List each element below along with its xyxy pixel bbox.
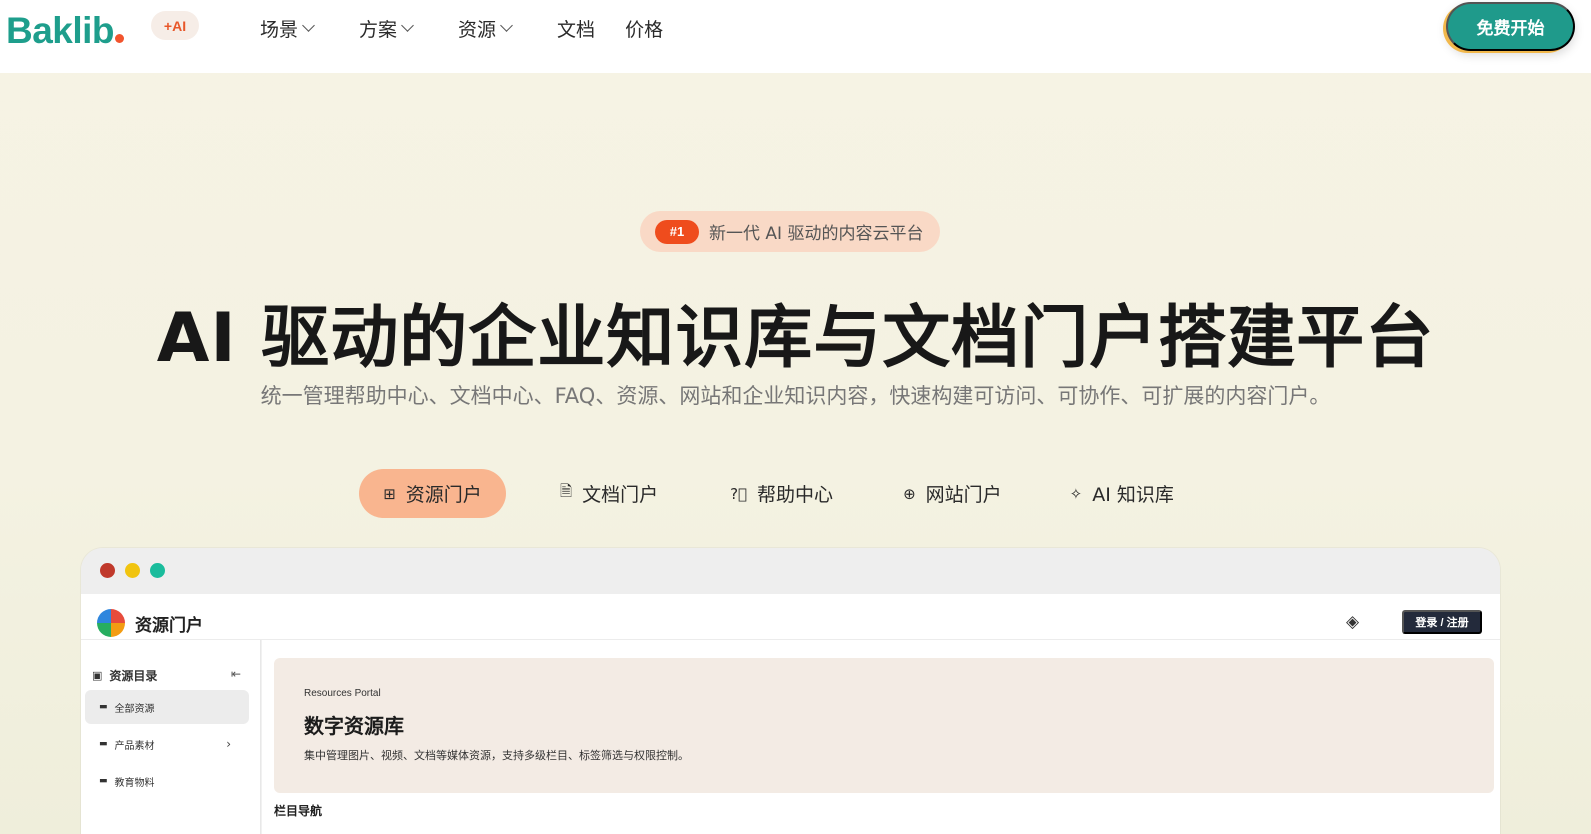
hero-badge: #1 新一代 AI 驱动的内容云平台 bbox=[640, 211, 940, 252]
sidebar-heading-label: 资源目录 bbox=[109, 669, 158, 683]
tab-help-center[interactable]: ?⃝ 帮助中心 bbox=[710, 469, 853, 518]
logo-text: Baklib bbox=[6, 10, 115, 51]
ai-badge: +AI bbox=[151, 11, 199, 40]
tab-label: AI 知识库 bbox=[1092, 484, 1174, 506]
window-minimize-dot bbox=[125, 563, 140, 578]
section-nav-label: 栏目导航 bbox=[274, 804, 323, 818]
tab-label: 资源门户 bbox=[405, 484, 482, 506]
tab-label: 网站门户 bbox=[925, 484, 1002, 506]
nav-item-resources[interactable]: 资源 bbox=[458, 15, 513, 42]
tab-resource-portal[interactable]: ⊞ 资源门户 bbox=[359, 469, 506, 518]
banner-title: 数字资源库 bbox=[304, 714, 404, 738]
sidebar-item-education-materials[interactable]: ▬ 教育物料 bbox=[85, 764, 249, 798]
sidebar-item-label: 产品素材 bbox=[114, 740, 155, 752]
plus-square-icon: ⊞ bbox=[383, 484, 396, 503]
nav-item-pricing[interactable]: 价格 bbox=[625, 15, 663, 42]
preview-main-content: Resources Portal 数字资源库 集中管理图片、视频、文档等媒体资源… bbox=[262, 640, 1500, 834]
tab-label: 文档门户 bbox=[582, 484, 659, 506]
tab-label: 帮助中心 bbox=[757, 484, 834, 506]
banner-description: 集中管理图片、视频、文档等媒体资源，支持多级栏目、标签筛选与权限控制。 bbox=[304, 749, 689, 762]
hero-badge-text: 新一代 AI 驱动的内容云平台 bbox=[709, 224, 924, 244]
sidebar-item-label: 全部资源 bbox=[114, 703, 155, 715]
nav-item-docs[interactable]: 文档 bbox=[557, 15, 595, 42]
layers-icon[interactable]: ◈ bbox=[1346, 612, 1359, 632]
rank-badge: #1 bbox=[655, 219, 699, 244]
hero-subtitle: 统一管理帮助中心、文档中心、FAQ、资源、网站和企业知识内容，快速构建可访问、可… bbox=[260, 384, 1331, 408]
login-register-button[interactable]: 登录 / 注册 bbox=[1402, 610, 1482, 634]
window-close-dot bbox=[100, 563, 115, 578]
chevron-down-icon bbox=[302, 19, 315, 32]
baklib-logo[interactable]: Baklib bbox=[6, 10, 125, 52]
top-navigation-bar: Baklib +AI 场景 方案 资源 文档 价格 免费开始 bbox=[0, 0, 1591, 73]
portal-preview-window: 资源门户 ◈ 登录 / 注册 ▣ 资源目录 ⇤ ▬ 全部资源 ▬ 产品素材 › … bbox=[81, 548, 1500, 834]
tab-ai-knowledge-base[interactable]: ✧ AI 知识库 bbox=[1050, 469, 1194, 518]
nav-item-label: 场景 bbox=[260, 18, 299, 41]
portal-logo bbox=[97, 609, 125, 637]
help-circle-icon: ?⃝ bbox=[730, 484, 748, 503]
chevron-down-icon bbox=[500, 19, 513, 32]
hero-title: AI 驱动的企业知识库与文档门户搭建平台 bbox=[156, 299, 1435, 378]
sidebar-item-label: 教育物料 bbox=[114, 777, 155, 789]
tab-document-portal[interactable]: 🗎 文档门户 bbox=[540, 469, 678, 518]
window-title-bar bbox=[81, 548, 1500, 594]
nav-item-label: 方案 bbox=[359, 18, 398, 41]
nav-item-label: 资源 bbox=[458, 18, 497, 41]
banner-eyebrow: Resources Portal bbox=[304, 688, 381, 699]
folder-icon: ▬ bbox=[99, 702, 108, 712]
main-nav: 场景 方案 资源 文档 价格 bbox=[260, 14, 693, 42]
sidebar-item-all-resources[interactable]: ▬ 全部资源 bbox=[85, 690, 249, 724]
collapse-sidebar-icon[interactable]: ⇤ bbox=[231, 667, 241, 681]
nav-item-solutions[interactable]: 方案 bbox=[359, 15, 414, 42]
portal-type-tabs: ⊞ 资源门户 🗎 文档门户 ?⃝ 帮助中心 ⊕ 网站门户 ✧ AI 知识库 bbox=[359, 469, 1259, 518]
resource-sidebar: ▣ 资源目录 ⇤ ▬ 全部资源 ▬ 产品素材 › ▬ 教育物料 bbox=[81, 640, 261, 834]
folder-icon: ▬ bbox=[99, 739, 108, 749]
document-icon: 🗎 bbox=[560, 482, 573, 500]
portal-title: 资源门户 bbox=[135, 616, 203, 636]
folder-stack-icon: ▣ bbox=[92, 669, 103, 682]
sidebar-heading: ▣ 资源目录 bbox=[92, 667, 157, 684]
nav-item-label: 文档 bbox=[557, 18, 596, 41]
logo-dot bbox=[115, 34, 125, 43]
window-maximize-dot bbox=[150, 563, 165, 578]
preview-header: 资源门户 ◈ 登录 / 注册 bbox=[81, 594, 1500, 640]
folder-icon: ▬ bbox=[99, 776, 108, 786]
start-free-button[interactable]: 免费开始 bbox=[1446, 2, 1575, 51]
resource-banner: Resources Portal 数字资源库 集中管理图片、视频、文档等媒体资源… bbox=[274, 658, 1494, 793]
chevron-down-icon bbox=[401, 19, 414, 32]
sidebar-item-product-materials[interactable]: ▬ 产品素材 › bbox=[85, 727, 249, 761]
nav-item-label: 价格 bbox=[625, 18, 664, 41]
globe-icon: ⊕ bbox=[903, 484, 916, 503]
chevron-right-icon[interactable]: › bbox=[226, 737, 231, 751]
nav-item-scenarios[interactable]: 场景 bbox=[260, 15, 315, 42]
sparkle-icon: ✧ bbox=[1069, 484, 1083, 503]
tab-website-portal[interactable]: ⊕ 网站门户 bbox=[883, 469, 1022, 518]
